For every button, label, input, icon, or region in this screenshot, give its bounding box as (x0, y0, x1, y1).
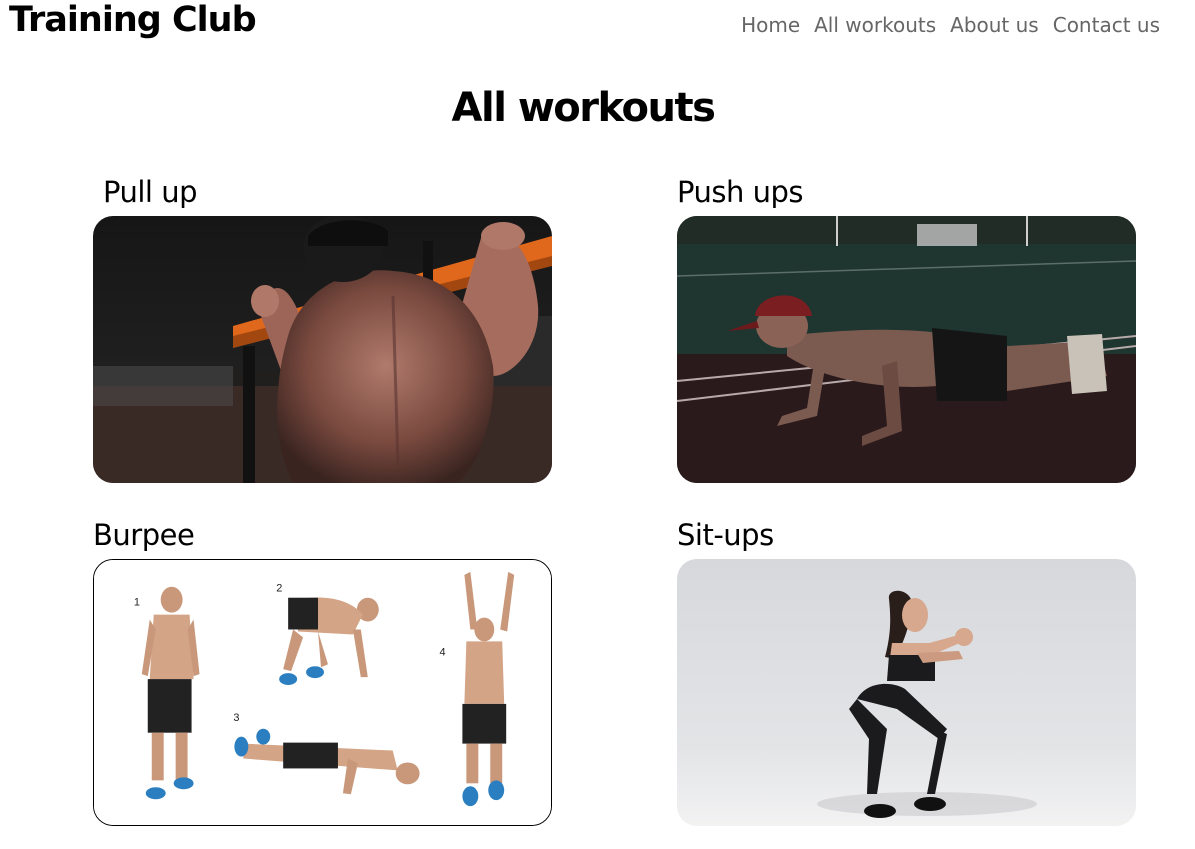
sit-ups-image[interactable] (677, 559, 1136, 826)
workout-title: Burpee (93, 518, 195, 552)
pull-up-photo-icon (93, 216, 552, 483)
pull-up-image[interactable] (93, 216, 552, 483)
nav-all-workouts-link[interactable]: All workouts (814, 12, 936, 38)
step-1-label: 1 (134, 597, 140, 609)
push-ups-photo-icon (677, 216, 1136, 483)
workout-card-sit-ups[interactable]: Sit-ups (677, 517, 1136, 826)
step-3-label: 3 (233, 712, 239, 724)
nav-about-us-link[interactable]: About us (950, 12, 1039, 38)
workout-card-pull-up[interactable]: Pull up (93, 174, 552, 483)
nav-home-link[interactable]: Home (741, 12, 800, 38)
squat-photo-icon (677, 559, 1136, 826)
workout-title: Sit-ups (677, 518, 774, 552)
burpee-image[interactable]: 1 2 3 4 (93, 559, 552, 826)
page-title: All workouts (451, 85, 716, 131)
workout-card-push-ups[interactable]: Push ups (677, 174, 1136, 483)
step-4-label: 4 (439, 646, 445, 658)
brand-logo[interactable]: Training Club (9, 0, 257, 40)
workout-card-burpee[interactable]: Burpee 1 2 3 4 (93, 517, 552, 826)
step-2-label: 2 (276, 583, 282, 595)
push-ups-image[interactable] (677, 216, 1136, 483)
workout-title: Pull up (103, 175, 197, 209)
burpee-diagram-icon: 1 2 3 4 (94, 560, 551, 825)
main-nav: Home All workouts About us Contact us (741, 12, 1160, 38)
workout-title: Push ups (677, 175, 803, 209)
nav-contact-us-link[interactable]: Contact us (1053, 12, 1160, 38)
